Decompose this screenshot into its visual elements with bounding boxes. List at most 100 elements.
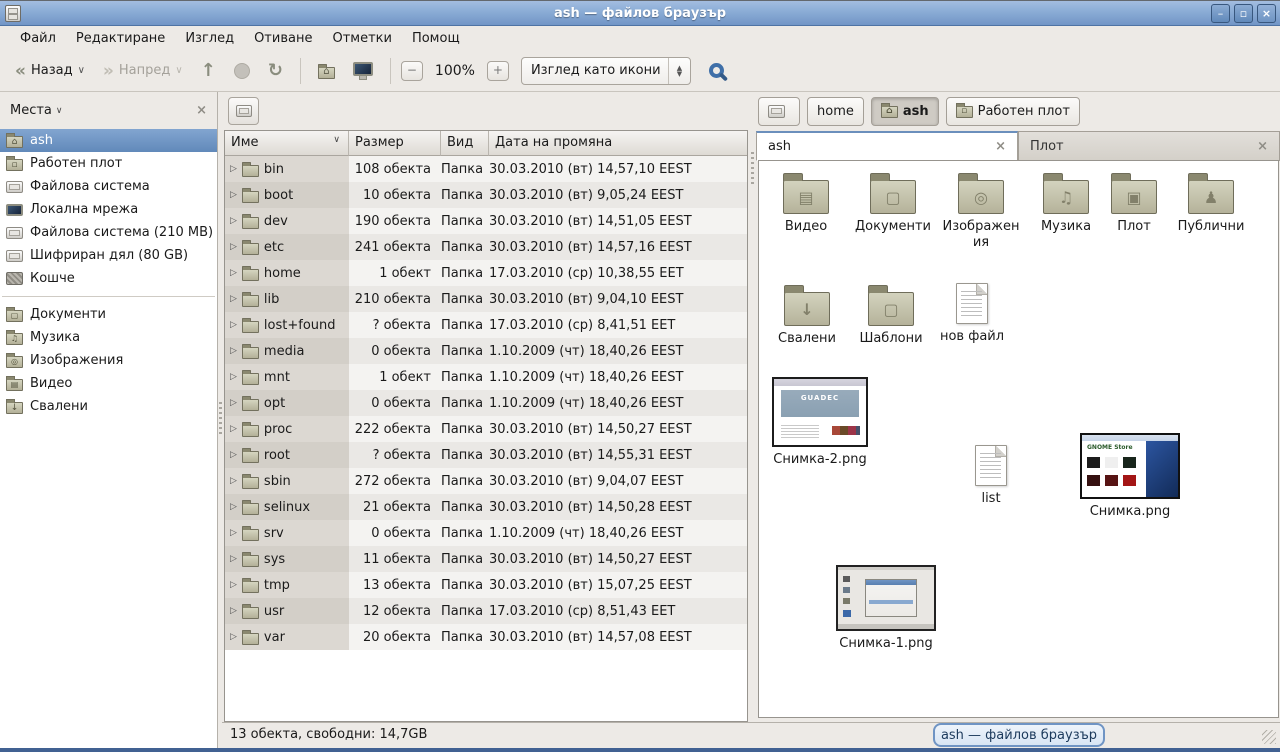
sidebar-title-dropdown-icon[interactable]: ∨ [56,106,63,116]
sidebar-item[interactable]: Изображения [0,349,217,372]
expander-icon[interactable]: ▷ [230,268,237,278]
view-mode-select[interactable]: Изглед като икони [521,57,691,85]
expander-icon[interactable]: ▷ [230,398,237,408]
sidebar-item[interactable]: Файлова система (210 MB) [0,221,217,244]
table-row[interactable]: ▷ mnt 1 обект Папка 1.10.2009 (чт) 18,40… [225,364,747,390]
column-header-size[interactable]: Размер [349,131,441,156]
home-button[interactable] [311,59,342,83]
expander-icon[interactable]: ▷ [230,164,237,174]
file-icon-item[interactable]: Свалени [767,283,847,347]
menu-item[interactable]: Редактиране [66,28,175,49]
icon-view[interactable]: Видео Документи Изображения Музи [758,160,1279,718]
sidebar-item[interactable]: Музика [0,326,217,349]
file-icon-item[interactable]: Публични [1167,171,1255,235]
table-row[interactable]: ▷ etc 241 обекта Папка 30.03.2010 (вт) 1… [225,234,747,260]
menu-item[interactable]: Изглед [175,28,244,49]
sidebar-item[interactable]: Файлова система [0,175,217,198]
expander-icon[interactable]: ▷ [230,580,237,590]
taskbar-window-button[interactable]: ash — файлов браузър [933,723,1105,747]
zoom-out-button[interactable]: − [401,61,423,81]
table-row[interactable]: ▷ root ? обекта Папка 30.03.2010 (вт) 14… [225,442,747,468]
file-icon-item[interactable]: list [963,445,1019,507]
tab[interactable]: Плот × [1018,131,1280,161]
file-icon-item[interactable]: Музика [1027,171,1105,235]
sidebar-item[interactable]: Работен плот [0,152,217,175]
minimize-button[interactable] [1211,4,1230,23]
pane-resize-handle[interactable] [218,92,223,748]
expander-icon[interactable]: ▷ [230,372,237,382]
column-header-date[interactable]: Дата на промяна [489,131,747,156]
path-button[interactable]: home [807,97,864,126]
table-row[interactable]: ▷ bin 108 обекта Папка 30.03.2010 (вт) 1… [225,156,747,182]
path-button[interactable] [758,97,800,126]
sidebar-item[interactable]: Видео [0,372,217,395]
file-icon-item[interactable]: нов файл [931,283,1013,345]
forward-button[interactable]: » Напред ∨ [96,59,190,83]
expander-icon[interactable]: ▷ [230,554,237,564]
table-row[interactable]: ▷ srv 0 обекта Папка 1.10.2009 (чт) 18,4… [225,520,747,546]
reload-button[interactable] [261,56,290,85]
table-row[interactable]: ▷ lost+found ? обекта Папка 17.03.2010 (… [225,312,747,338]
expander-icon[interactable]: ▷ [230,632,237,642]
file-icon-item[interactable]: GNOME Store Снимка.png [1077,433,1183,520]
back-button[interactable]: « Назад ∨ [8,59,92,83]
path-button[interactable]: Работен плот [946,97,1080,126]
sidebar-item[interactable]: Свалени [0,395,217,418]
maximize-button[interactable] [1234,4,1253,23]
sidebar-close-icon[interactable]: × [196,103,207,118]
table-row[interactable]: ▷ lib 210 обекта Папка 30.03.2010 (вт) 9… [225,286,747,312]
menu-item[interactable]: Файл [10,28,66,49]
sidebar-title[interactable]: Места [10,103,52,118]
table-row[interactable]: ▷ proc 222 обекта Папка 30.03.2010 (вт) … [225,416,747,442]
search-icon[interactable] [709,63,724,78]
table-row[interactable]: ▷ var 20 обекта Папка 30.03.2010 (вт) 14… [225,624,747,650]
table-row[interactable]: ▷ opt 0 обекта Папка 1.10.2009 (чт) 18,4… [225,390,747,416]
table-row[interactable]: ▷ boot 10 обекта Папка 30.03.2010 (вт) 9… [225,182,747,208]
file-icon-item[interactable]: Плот [1103,171,1165,235]
back-dropdown-icon[interactable]: ∨ [78,65,85,76]
menu-item[interactable]: Помощ [402,28,470,49]
up-button[interactable] [194,56,223,85]
stop-button[interactable] [227,59,257,83]
sidebar-item[interactable]: Шифриран дял (80 GB) [0,244,217,267]
expander-icon[interactable]: ▷ [230,346,237,356]
table-row[interactable]: ▷ tmp 13 обекта Папка 30.03.2010 (вт) 15… [225,572,747,598]
expander-icon[interactable]: ▷ [230,216,237,226]
tab-close-icon[interactable]: × [1257,139,1268,154]
resize-grip[interactable] [1262,730,1276,744]
file-icon-item[interactable]: Шаблони [851,283,931,347]
sidebar-item[interactable]: Документи [0,303,217,326]
expander-icon[interactable]: ▷ [230,502,237,512]
tab-close-icon[interactable]: × [995,139,1006,154]
table-row[interactable]: ▷ usr 12 обекта Папка 17.03.2010 (ср) 8,… [225,598,747,624]
file-icon-item[interactable]: GUADEC Снимка-2.png [769,377,871,468]
expander-icon[interactable]: ▷ [230,294,237,304]
file-icon-item[interactable]: Изображения [941,171,1021,250]
file-icon-item[interactable]: Снимка-1.png [835,565,937,652]
menu-item[interactable]: Отиване [244,28,322,49]
table-row[interactable]: ▷ selinux 21 обекта Папка 30.03.2010 (вт… [225,494,747,520]
sidebar-item[interactable]: Кошче [0,267,217,290]
table-row[interactable]: ▷ sbin 272 обекта Папка 30.03.2010 (вт) … [225,468,747,494]
expander-icon[interactable]: ▷ [230,320,237,330]
expander-icon[interactable]: ▷ [230,424,237,434]
file-icon-item[interactable]: Документи [849,171,937,235]
tab[interactable]: ash × [756,131,1018,161]
pane-resize-handle[interactable] [750,92,755,748]
expander-icon[interactable]: ▷ [230,190,237,200]
path-button[interactable]: ash [871,97,939,126]
column-header-type[interactable]: Вид [441,131,489,156]
expander-icon[interactable]: ▷ [230,528,237,538]
column-header-name[interactable]: Име ∨ [225,131,349,156]
zoom-in-button[interactable]: + [487,61,509,81]
sidebar-item[interactable]: Локална мрежа [0,198,217,221]
file-icon-item[interactable]: Видео [767,171,845,235]
table-row[interactable]: ▷ media 0 обекта Папка 1.10.2009 (чт) 18… [225,338,747,364]
close-button[interactable] [1257,4,1276,23]
menu-item[interactable]: Отметки [322,28,401,49]
root-location-button[interactable] [228,97,259,125]
expander-icon[interactable]: ▷ [230,606,237,616]
computer-button[interactable] [346,62,380,80]
expander-icon[interactable]: ▷ [230,476,237,486]
table-row[interactable]: ▷ sys 11 обекта Папка 30.03.2010 (вт) 14… [225,546,747,572]
